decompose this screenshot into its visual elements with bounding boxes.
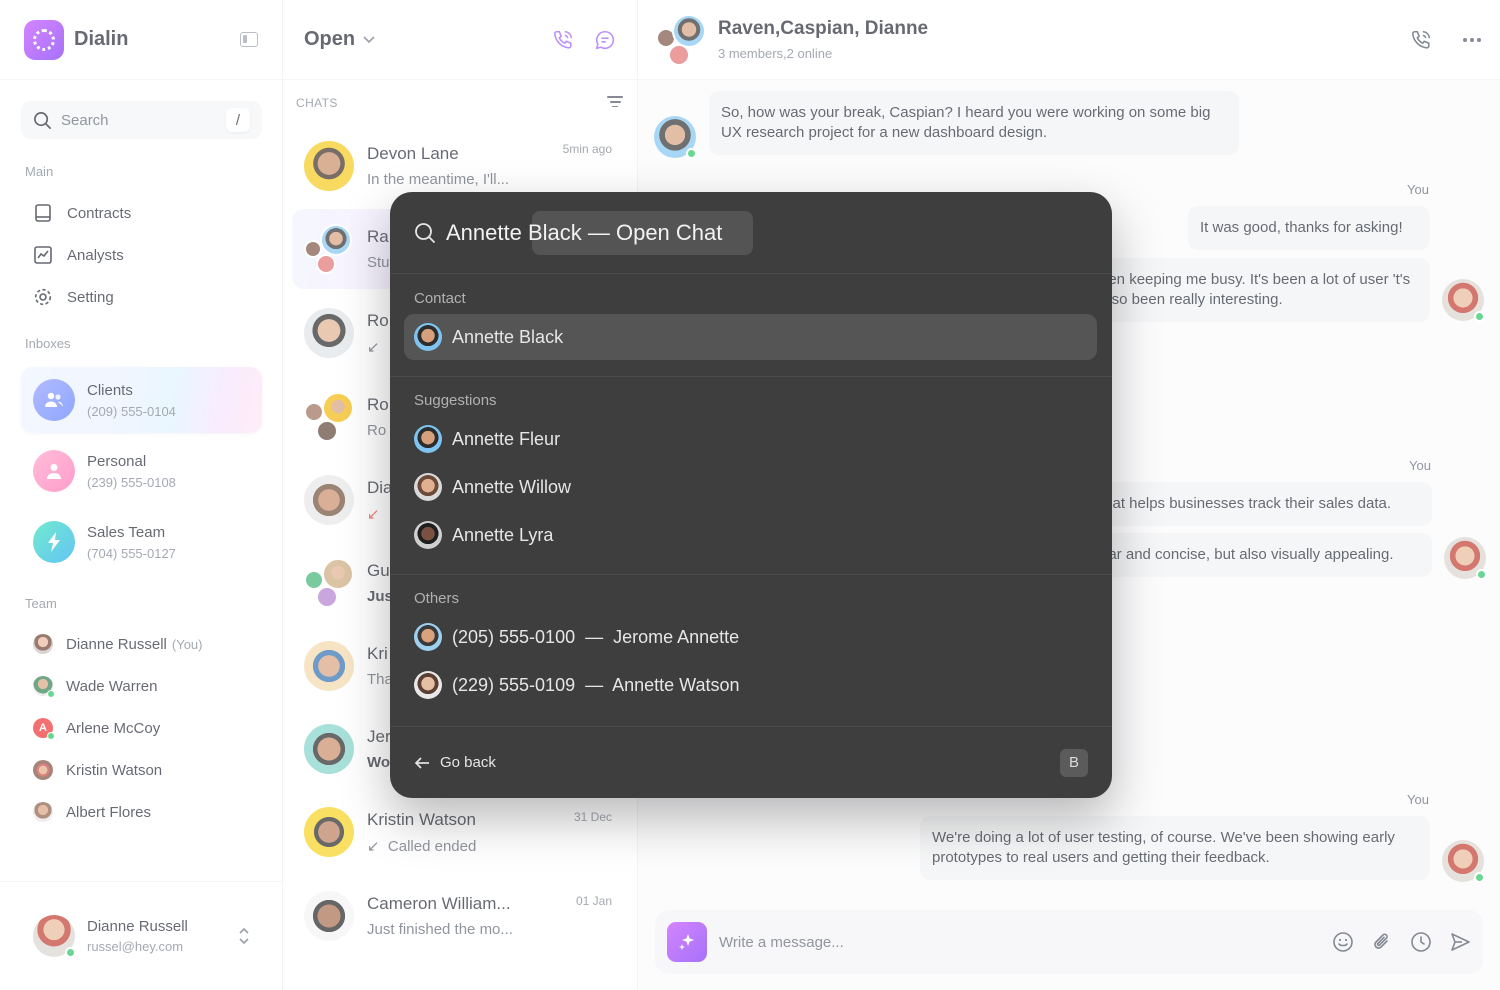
go-back-shortcut: B <box>1060 748 1088 777</box>
palette-item-suggestion[interactable]: Annette Fleur <box>404 416 1097 462</box>
palette-item-label: Annette Willow <box>452 476 572 497</box>
palette-item-label: Annette Fleur <box>452 428 561 449</box>
palette-item-label: (229) 555-0109 — Annette Watson <box>452 674 740 695</box>
divider <box>390 376 1112 377</box>
avatar <box>414 323 442 351</box>
avatar <box>414 623 442 651</box>
search-icon <box>415 222 435 243</box>
palette-query[interactable]: Annette Black — Open Chat <box>446 220 722 246</box>
palette-item-label: Annette Lyra <box>452 524 554 545</box>
go-back-button[interactable]: Go back <box>440 754 496 771</box>
divider <box>390 574 1112 575</box>
palette-footer: Go back B <box>390 726 1112 798</box>
avatar <box>414 425 442 453</box>
palette-item-suggestion[interactable]: Annette Willow <box>404 464 1097 510</box>
avatar <box>414 473 442 501</box>
palette-section-contact: Contact <box>414 290 466 307</box>
palette-item-contact[interactable]: Annette Black <box>404 314 1097 360</box>
palette-search[interactable]: Annette Black — Open Chat <box>390 192 1112 274</box>
palette-item-other[interactable]: (229) 555-0109 — Annette Watson <box>404 662 1097 708</box>
palette-item-suggestion[interactable]: Annette Lyra <box>404 512 1097 558</box>
palette-item-other[interactable]: (205) 555-0100 — Jerome Annette <box>404 614 1097 660</box>
palette-section-others: Others <box>414 590 460 607</box>
palette-section-suggestions: Suggestions <box>414 392 497 409</box>
avatar <box>414 671 442 699</box>
palette-item-label: (205) 555-0100 — Jerome Annette <box>452 626 740 647</box>
command-palette: Annette Black — Open Chat Contact Annett… <box>390 192 1112 798</box>
palette-item-label: Annette Black <box>452 326 564 347</box>
avatar <box>414 521 442 549</box>
arrow-left-icon[interactable] <box>414 756 430 770</box>
